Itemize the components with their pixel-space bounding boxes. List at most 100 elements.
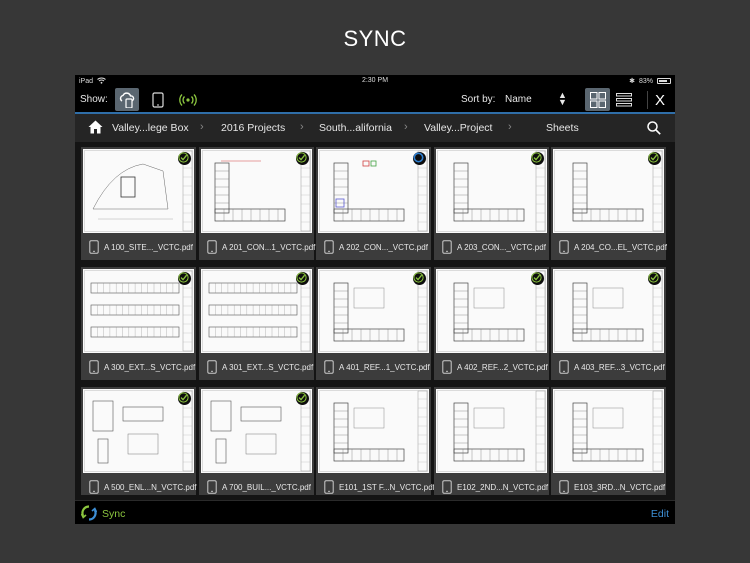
file-tile[interactable]: A 700_BUIL..._VCTC.pdf [199, 387, 314, 495]
file-caption: A 700_BUIL..._VCTC.pdf [199, 473, 314, 495]
close-button[interactable]: X [655, 92, 665, 109]
file-caption: E101_1ST F...N_VCTC.pdf [316, 473, 435, 495]
tablet-icon [442, 360, 452, 376]
show-device-button[interactable] [147, 88, 169, 111]
file-thumbnail[interactable] [436, 269, 547, 353]
file-tile[interactable]: E102_2ND...N_VCTC.pdf [434, 387, 549, 495]
file-thumbnail[interactable] [201, 269, 312, 353]
drawing-thumbnail [554, 390, 663, 472]
tablet-icon [324, 480, 334, 495]
file-caption: A 300_EXT...S_VCTC.pdf [81, 353, 196, 380]
breadcrumb-item-4[interactable]: Valley...Project [424, 122, 492, 134]
file-caption: A 201_CON...1_VCTC.pdf [199, 233, 315, 260]
status-time: 2:30 PM [361, 77, 389, 84]
grid-view-button[interactable] [585, 88, 610, 111]
toolbar-divider [647, 91, 648, 109]
file-caption: A 202_CON..._VCTC.pdf [316, 233, 431, 260]
tablet-icon [324, 360, 334, 376]
chevron-right-icon: › [200, 121, 204, 133]
list-view-button[interactable] [613, 88, 635, 111]
file-thumbnail[interactable] [318, 149, 429, 233]
file-tile[interactable]: A 301_EXT...S_VCTC.pdf [199, 267, 314, 380]
edit-button[interactable]: Edit [651, 508, 669, 520]
tablet-icon [152, 91, 164, 108]
bluetooth-icon: ✱ [629, 78, 635, 85]
show-label: Show: [80, 94, 108, 105]
file-name: A 700_BUIL..._VCTC.pdf [222, 483, 311, 492]
file-thumbnail[interactable] [83, 149, 194, 233]
file-thumbnail[interactable] [436, 149, 547, 233]
file-name: A 203_CON..._VCTC.pdf [457, 243, 546, 252]
file-tile[interactable]: A 402_REF...2_VCTC.pdf [434, 267, 549, 380]
file-tile[interactable]: A 202_CON..._VCTC.pdf [316, 147, 431, 260]
show-wireless-button[interactable] [176, 88, 200, 111]
breadcrumb: Valley...lege Box › 2016 Projects › Sout… [75, 114, 675, 142]
file-thumbnail[interactable] [83, 269, 194, 353]
page-headline: SYNC [343, 26, 407, 51]
list-view-icon [616, 92, 632, 106]
breadcrumb-item-1[interactable]: Valley...lege Box [112, 122, 189, 134]
broadcast-icon [179, 93, 197, 106]
chevron-right-icon: › [508, 121, 512, 133]
drawing-thumbnail [437, 390, 546, 472]
tablet-icon [559, 480, 569, 495]
file-name: A 204_CO...EL_VCTC.pdf [574, 243, 667, 252]
file-tile[interactable]: A 500_ENL...N_VCTC.pdf [81, 387, 197, 495]
show-cloud-button[interactable] [115, 88, 139, 111]
synced-check-icon [413, 272, 426, 285]
file-tile[interactable]: A 401_REF...1_VCTC.pdf [316, 267, 431, 380]
breadcrumb-current: Sheets [546, 122, 579, 134]
chevron-right-icon: › [404, 121, 408, 133]
synced-check-icon [296, 392, 309, 405]
file-name: A 402_REF...2_VCTC.pdf [457, 363, 548, 372]
file-thumbnail[interactable] [318, 389, 429, 473]
sync-icon[interactable] [80, 505, 98, 524]
synced-check-icon [531, 152, 544, 165]
tablet-icon [324, 240, 334, 256]
file-thumbnail[interactable] [318, 269, 429, 353]
file-caption: E103_3RD...N_VCTC.pdf [551, 473, 666, 495]
file-thumbnail[interactable] [201, 389, 312, 473]
tablet-icon [89, 360, 99, 376]
status-bar: iPad 2:30 PM ✱ 83% [75, 75, 675, 87]
syncing-progress-icon [413, 152, 426, 165]
file-name: A 403_REF...3_VCTC.pdf [574, 363, 665, 372]
home-icon[interactable] [88, 120, 103, 137]
breadcrumb-item-2[interactable]: 2016 Projects [221, 122, 285, 134]
cloud-device-icon [119, 91, 135, 108]
file-name: A 100_SITE..._VCTC.pdf [104, 243, 193, 252]
synced-check-icon [648, 152, 661, 165]
file-name: E102_2ND...N_VCTC.pdf [457, 483, 549, 492]
file-tile[interactable]: E103_3RD...N_VCTC.pdf [551, 387, 666, 495]
file-thumbnail[interactable] [553, 149, 664, 233]
file-caption: A 100_SITE..._VCTC.pdf [81, 233, 196, 260]
file-tile[interactable]: A 204_CO...EL_VCTC.pdf [551, 147, 667, 260]
breadcrumb-item-3[interactable]: South...alifornia [319, 122, 392, 134]
file-thumbnail[interactable] [553, 269, 664, 353]
file-tile[interactable]: A 403_REF...3_VCTC.pdf [551, 267, 666, 380]
file-tile[interactable]: A 201_CON...1_VCTC.pdf [199, 147, 315, 260]
tablet-icon [89, 480, 99, 495]
file-name: A 202_CON..._VCTC.pdf [339, 243, 428, 252]
file-name: A 401_REF...1_VCTC.pdf [339, 363, 430, 372]
synced-check-icon [178, 392, 191, 405]
file-thumbnail[interactable] [201, 149, 312, 233]
drawing-thumbnail [319, 390, 428, 472]
file-grid: A 100_SITE..._VCTC.pdf A 201_CON...1_VCTC… [81, 147, 669, 495]
file-tile[interactable]: A 300_EXT...S_VCTC.pdf [81, 267, 196, 380]
search-icon[interactable] [647, 121, 661, 138]
toolbar: Show: Sort by: Name ▲ ▼ X [75, 87, 675, 114]
file-thumbnail[interactable] [436, 389, 547, 473]
sort-arrows-icon[interactable]: ▲ ▼ [558, 91, 567, 107]
chevron-right-icon: › [300, 121, 304, 133]
file-thumbnail[interactable] [553, 389, 664, 473]
file-tile[interactable]: A 100_SITE..._VCTC.pdf [81, 147, 196, 260]
file-tile[interactable]: A 203_CON..._VCTC.pdf [434, 147, 549, 260]
tablet-icon [207, 480, 217, 495]
file-tile[interactable]: E101_1ST F...N_VCTC.pdf [316, 387, 435, 495]
file-thumbnail[interactable] [83, 389, 194, 473]
sort-by-select[interactable]: Name [505, 94, 532, 105]
file-name: A 301_EXT...S_VCTC.pdf [222, 363, 314, 372]
sync-button[interactable]: Sync [102, 508, 125, 520]
file-caption: A 204_CO...EL_VCTC.pdf [551, 233, 667, 260]
